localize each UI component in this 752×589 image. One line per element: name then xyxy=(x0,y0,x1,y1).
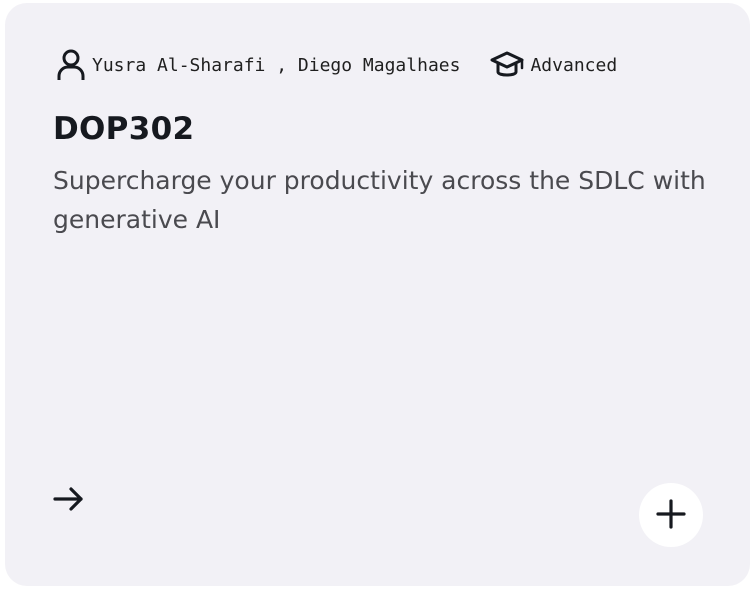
user-icon xyxy=(53,47,89,83)
session-card[interactable]: Yusra Al-Sharafi , Diego Magalhaes Advan… xyxy=(5,3,750,586)
plus-icon xyxy=(654,497,688,534)
session-code: DOP302 xyxy=(53,111,195,147)
session-level: Advanced xyxy=(530,54,618,76)
add-to-agenda-button[interactable] xyxy=(639,483,703,547)
graduation-cap-icon xyxy=(490,48,524,82)
speaker-names: Yusra Al-Sharafi , Diego Magalhaes xyxy=(92,54,461,76)
session-description: Supercharge your productivity across the… xyxy=(53,166,706,234)
arrow-right-icon xyxy=(51,487,87,521)
view-session-link[interactable] xyxy=(51,481,87,517)
session-meta: Yusra Al-Sharafi , Diego Magalhaes Advan… xyxy=(53,47,617,83)
